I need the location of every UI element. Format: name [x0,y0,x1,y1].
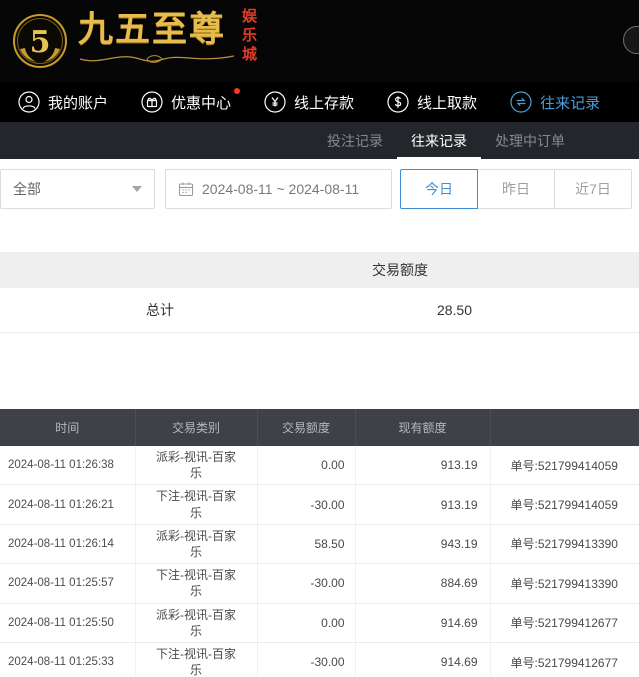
col-header-amount: 交易额度 [257,409,355,446]
table-row: 2024-08-11 01:25:33 下注-视讯-百家乐 -30.00 914… [0,642,639,677]
cell-type: 下注-视讯-百家乐 [135,564,257,603]
col-header-type: 交易类别 [135,409,257,446]
cell-balance: 914.69 [355,603,490,642]
date-range-value: 2024-08-11 ~ 2024-08-11 [202,181,359,197]
tab-label: 往来记录 [397,122,481,159]
table-row: 2024-08-11 01:26:21 下注-视讯-百家乐 -30.00 913… [0,485,639,524]
main-nav: 我的账户 优惠中心 线上存款 [0,82,639,122]
cell-note: 单号:521799413390 [490,564,639,603]
cell-note: 单号:521799412677 [490,642,639,677]
user-icon [18,91,40,113]
nav-item-records[interactable]: 往来记录 [510,91,600,113]
brand-title: 九五至尊 [78,12,236,47]
withdraw-icon [387,91,409,113]
service-icon[interactable] [623,26,639,54]
table-row: 2024-08-11 01:25:57 下注-视讯-百家乐 -30.00 884… [0,564,639,603]
table-row: 2024-08-11 01:26:38 派彩-视讯-百家乐 0.00 913.1… [0,446,639,485]
table-header-row: 时间 交易类别 交易额度 现有额度 [0,409,639,446]
nav-item-label: 线上存款 [294,92,354,113]
notification-dot [234,88,240,94]
cell-balance: 913.19 [355,446,490,485]
summary-total-value: 28.50 [320,302,480,318]
cell-balance: 913.19 [355,485,490,524]
cell-amount: -30.00 [257,485,355,524]
sub-nav: 投注记录 往来记录 处理中订单 [0,122,639,159]
deposit-icon [264,91,286,113]
nav-item-deposit[interactable]: 线上存款 [264,91,354,113]
brand-block: 九五至尊 [78,12,236,71]
date-range-input[interactable]: 2024-08-11 ~ 2024-08-11 [165,169,392,209]
cell-time: 2024-08-11 01:26:38 [0,446,135,485]
cell-time: 2024-08-11 01:25:50 [0,603,135,642]
cell-amount: 58.50 [257,524,355,563]
table-row: 2024-08-11 01:26:14 派彩-视讯-百家乐 58.50 943.… [0,524,639,563]
cell-amount: -30.00 [257,564,355,603]
filter-bar: 全部 2024-08-11 ~ 2024-08-11 今日 昨日 近7日 [0,159,639,225]
records-section: 时间 交易类别 交易额度 现有额度 2024-08-11 01:26:38 派彩… [0,409,639,677]
brand-flourish-icon [78,50,236,71]
cell-time: 2024-08-11 01:25:33 [0,642,135,677]
nav-item-account[interactable]: 我的账户 [18,91,108,113]
brand-badge: 娱乐城 [241,8,256,65]
emblem-number: 5 [30,25,51,60]
gift-icon [141,91,163,113]
tab-bet-records[interactable]: 投注记录 [313,122,397,159]
summary-total-label: 总计 [0,300,320,320]
cell-amount: 0.00 [257,603,355,642]
last7days-button[interactable]: 近7日 [554,169,632,209]
table-row: 2024-08-11 01:25:50 派彩-视讯-百家乐 0.00 914.6… [0,603,639,642]
col-header-time: 时间 [0,409,135,446]
tab-label: 投注记录 [313,122,397,159]
records-table: 时间 交易类别 交易额度 现有额度 2024-08-11 01:26:38 派彩… [0,409,639,677]
cell-balance: 914.69 [355,642,490,677]
tab-label: 处理中订单 [481,122,579,159]
cell-type: 下注-视讯-百家乐 [135,485,257,524]
cell-balance: 943.19 [355,524,490,563]
tab-transaction-records[interactable]: 往来记录 [397,122,481,159]
nav-item-label: 我的账户 [48,92,108,113]
nav-item-withdraw[interactable]: 线上取款 [387,91,477,113]
type-select-value: 全部 [13,179,41,199]
nav-item-label: 往来记录 [540,92,600,113]
summary-table: 交易额度 总计 28.50 [0,252,639,333]
nav-item-promotions[interactable]: 优惠中心 [141,91,231,113]
cell-time: 2024-08-11 01:26:14 [0,524,135,563]
cell-type: 派彩-视讯-百家乐 [135,524,257,563]
col-header-balance: 现有额度 [355,409,490,446]
today-button[interactable]: 今日 [400,169,478,209]
cell-amount: 0.00 [257,446,355,485]
cell-time: 2024-08-11 01:25:57 [0,564,135,603]
nav-item-label: 线上取款 [417,92,477,113]
cell-balance: 884.69 [355,564,490,603]
cell-note: 单号:521799414059 [490,485,639,524]
type-select[interactable]: 全部 [0,169,155,209]
cell-type: 派彩-视讯-百家乐 [135,446,257,485]
nav-item-label: 优惠中心 [171,92,231,113]
cell-amount: -30.00 [257,642,355,677]
cell-type: 派彩-视讯-百家乐 [135,603,257,642]
cell-note: 单号:521799414059 [490,446,639,485]
summary-header-label: 交易额度 [320,260,480,280]
top-header: 5 九五至尊 娱乐城 [0,0,639,82]
summary-header-row: 交易额度 [0,252,639,288]
calendar-icon [178,181,194,197]
brand-emblem-icon: 5 [12,13,68,69]
tab-processing-orders[interactable]: 处理中订单 [481,122,579,159]
col-header-note [490,409,639,446]
records-icon [510,91,532,113]
yesterday-button[interactable]: 昨日 [477,169,555,209]
range-button-group: 今日 昨日 近7日 [400,169,632,209]
cell-time: 2024-08-11 01:26:21 [0,485,135,524]
page: 5 九五至尊 娱乐城 我的账户 [0,0,639,677]
cell-note: 单号:521799412677 [490,603,639,642]
summary-total-row: 总计 28.50 [0,288,639,333]
cell-type: 下注-视讯-百家乐 [135,642,257,677]
caret-down-icon [132,186,142,192]
cell-note: 单号:521799413390 [490,524,639,563]
